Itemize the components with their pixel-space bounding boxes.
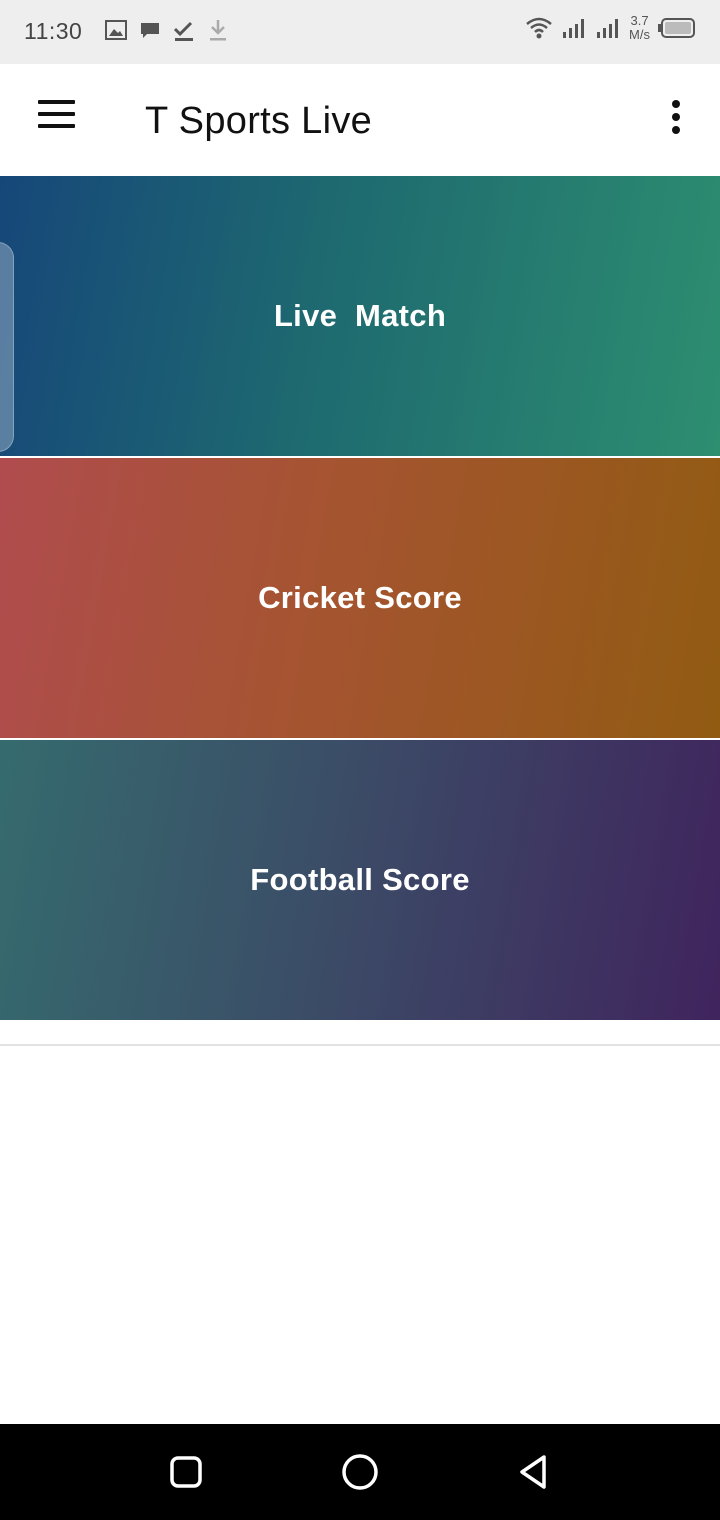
hamburger-menu-icon[interactable]	[28, 100, 84, 140]
navigation-bar	[0, 1424, 720, 1520]
battery-icon	[658, 18, 695, 38]
back-icon[interactable]	[514, 1452, 554, 1492]
cricket-score-label: Cricket Score	[258, 580, 462, 615]
app-title: T Sports Live	[145, 100, 373, 142]
football-score-card[interactable]: Football Score	[0, 740, 720, 1020]
download-icon	[210, 20, 226, 41]
speed-value: 3.7	[630, 13, 649, 28]
more-vertical-icon[interactable]	[660, 100, 692, 140]
image-icon	[105, 20, 127, 40]
wifi-icon	[526, 17, 552, 39]
divider	[0, 1044, 720, 1046]
status-bar: 11:30 3.7 M/s	[0, 0, 720, 64]
signal-icon	[563, 19, 585, 38]
football-score-label: Football Score	[250, 862, 470, 897]
notification-icons	[104, 18, 230, 42]
cricket-score-card[interactable]: Cricket Score	[0, 458, 720, 738]
chat-icon	[141, 23, 159, 38]
network-speed: 3.7 M/s	[629, 14, 650, 42]
edge-panel-handle[interactable]	[0, 242, 14, 452]
live-match-label: Live Match	[273, 298, 447, 333]
check-icon	[173, 21, 193, 41]
status-time: 11:30	[24, 18, 83, 44]
app-bar: T Sports Live	[0, 64, 720, 176]
system-icons: 3.7 M/s	[525, 14, 696, 42]
recent-apps-icon[interactable]	[166, 1452, 206, 1492]
live-match-card[interactable]: Live Match	[0, 176, 720, 456]
home-icon[interactable]	[340, 1452, 380, 1492]
speed-unit: M/s	[629, 27, 650, 42]
signal-icon	[597, 19, 619, 38]
